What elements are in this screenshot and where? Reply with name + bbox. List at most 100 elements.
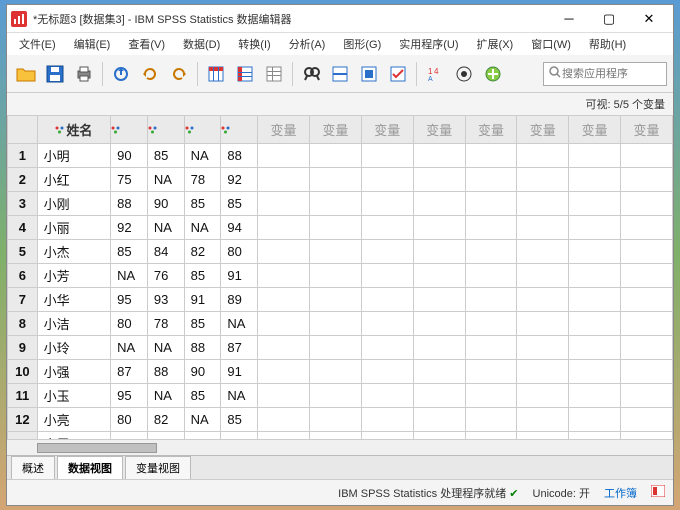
cell-empty[interactable] (465, 360, 517, 384)
menu-file[interactable]: 文件(E) (11, 34, 64, 54)
cell-empty[interactable] (465, 312, 517, 336)
cell-empty[interactable] (309, 144, 361, 168)
cell-value[interactable]: 88 (221, 144, 258, 168)
split-icon[interactable] (327, 61, 353, 87)
cell-empty[interactable] (258, 168, 310, 192)
undo-icon[interactable] (137, 61, 163, 87)
cell-empty[interactable] (413, 240, 465, 264)
cell-empty[interactable] (361, 360, 413, 384)
cell-empty[interactable] (621, 336, 673, 360)
cell-name[interactable]: 小强 (37, 360, 110, 384)
cell-value[interactable]: 78 (184, 168, 221, 192)
cell-empty[interactable] (621, 288, 673, 312)
col-header-empty[interactable]: 变量 (309, 116, 361, 144)
cell-empty[interactable] (309, 168, 361, 192)
cell-name[interactable]: 小刚 (37, 192, 110, 216)
cell-empty[interactable] (309, 360, 361, 384)
cell-empty[interactable] (569, 216, 621, 240)
cell-empty[interactable] (621, 144, 673, 168)
cell-name[interactable]: 小亮 (37, 408, 110, 432)
cell-value[interactable]: NA (184, 144, 221, 168)
cell-empty[interactable] (413, 336, 465, 360)
value-labels-icon[interactable]: 14A (422, 61, 448, 87)
cell-value[interactable]: NA (147, 168, 184, 192)
cell-name[interactable]: 小雪 (37, 432, 110, 440)
print-icon[interactable] (71, 61, 97, 87)
cell-value[interactable]: 95 (184, 432, 221, 440)
row-number[interactable]: 6 (8, 264, 38, 288)
col-header-name[interactable]: 姓名 (37, 116, 110, 144)
cell-value[interactable]: NA (221, 384, 258, 408)
cell-value[interactable]: NA (221, 312, 258, 336)
redo-icon[interactable] (166, 61, 192, 87)
cell-empty[interactable] (309, 288, 361, 312)
cell-empty[interactable] (621, 432, 673, 440)
cell-value[interactable]: NA (111, 336, 148, 360)
tab-variable-view[interactable]: 变量视图 (125, 456, 191, 479)
status-workbook-link[interactable]: 工作簿 (604, 485, 637, 501)
cell-empty[interactable] (361, 384, 413, 408)
cell-value[interactable]: 85 (184, 312, 221, 336)
row-number[interactable]: 5 (8, 240, 38, 264)
cell-name[interactable]: 小红 (37, 168, 110, 192)
show-all-icon[interactable] (480, 61, 506, 87)
cell-empty[interactable] (361, 312, 413, 336)
cell-empty[interactable] (517, 312, 569, 336)
cell-empty[interactable] (517, 264, 569, 288)
row-number[interactable]: 1 (8, 144, 38, 168)
cell-empty[interactable] (413, 168, 465, 192)
cell-empty[interactable] (465, 144, 517, 168)
cell-empty[interactable] (569, 168, 621, 192)
row-number[interactable]: 8 (8, 312, 38, 336)
cell-empty[interactable] (413, 144, 465, 168)
cell-value[interactable]: 88 (111, 192, 148, 216)
cell-empty[interactable] (569, 336, 621, 360)
col-header-empty[interactable]: 变量 (465, 116, 517, 144)
cell-value[interactable]: NA (147, 384, 184, 408)
cell-empty[interactable] (569, 192, 621, 216)
row-number[interactable]: 11 (8, 384, 38, 408)
cell-empty[interactable] (258, 384, 310, 408)
maximize-button[interactable]: ▢ (589, 7, 629, 31)
cell-value[interactable]: 92 (111, 216, 148, 240)
col-header-empty[interactable]: 变量 (569, 116, 621, 144)
cell-empty[interactable] (621, 384, 673, 408)
cell-value[interactable]: 88 (184, 336, 221, 360)
cell-empty[interactable] (361, 288, 413, 312)
cell-name[interactable]: 小芳 (37, 264, 110, 288)
menu-view[interactable]: 查看(V) (120, 34, 173, 54)
cell-empty[interactable] (517, 288, 569, 312)
cell-empty[interactable] (465, 216, 517, 240)
cell-empty[interactable] (309, 336, 361, 360)
cell-value[interactable]: 85 (147, 144, 184, 168)
cell-name[interactable]: 小玲 (37, 336, 110, 360)
row-number[interactable]: 7 (8, 288, 38, 312)
cell-empty[interactable] (361, 144, 413, 168)
cell-value[interactable]: 80 (111, 312, 148, 336)
cell-value[interactable]: 85 (221, 192, 258, 216)
cell-empty[interactable] (309, 384, 361, 408)
cell-name[interactable]: 小洁 (37, 312, 110, 336)
close-button[interactable]: ✕ (629, 7, 669, 31)
menu-analyze[interactable]: 分析(A) (281, 34, 334, 54)
cell-empty[interactable] (517, 384, 569, 408)
cell-value[interactable]: 85 (111, 240, 148, 264)
cell-value[interactable]: 88 (147, 360, 184, 384)
col-header-empty[interactable]: 变量 (258, 116, 310, 144)
cell-empty[interactable] (309, 192, 361, 216)
search-box[interactable] (543, 62, 667, 86)
cell-empty[interactable] (258, 144, 310, 168)
menu-transform[interactable]: 转换(I) (230, 34, 278, 54)
open-icon[interactable] (13, 61, 39, 87)
cell-value[interactable]: 91 (221, 264, 258, 288)
col-header-v2[interactable] (147, 116, 184, 144)
col-header-v3[interactable] (184, 116, 221, 144)
cell-empty[interactable] (465, 168, 517, 192)
cell-empty[interactable] (569, 312, 621, 336)
cell-value[interactable]: 82 (184, 240, 221, 264)
cell-empty[interactable] (569, 408, 621, 432)
cell-empty[interactable] (517, 216, 569, 240)
cell-empty[interactable] (361, 336, 413, 360)
cell-value[interactable]: 94 (221, 216, 258, 240)
cell-empty[interactable] (309, 312, 361, 336)
